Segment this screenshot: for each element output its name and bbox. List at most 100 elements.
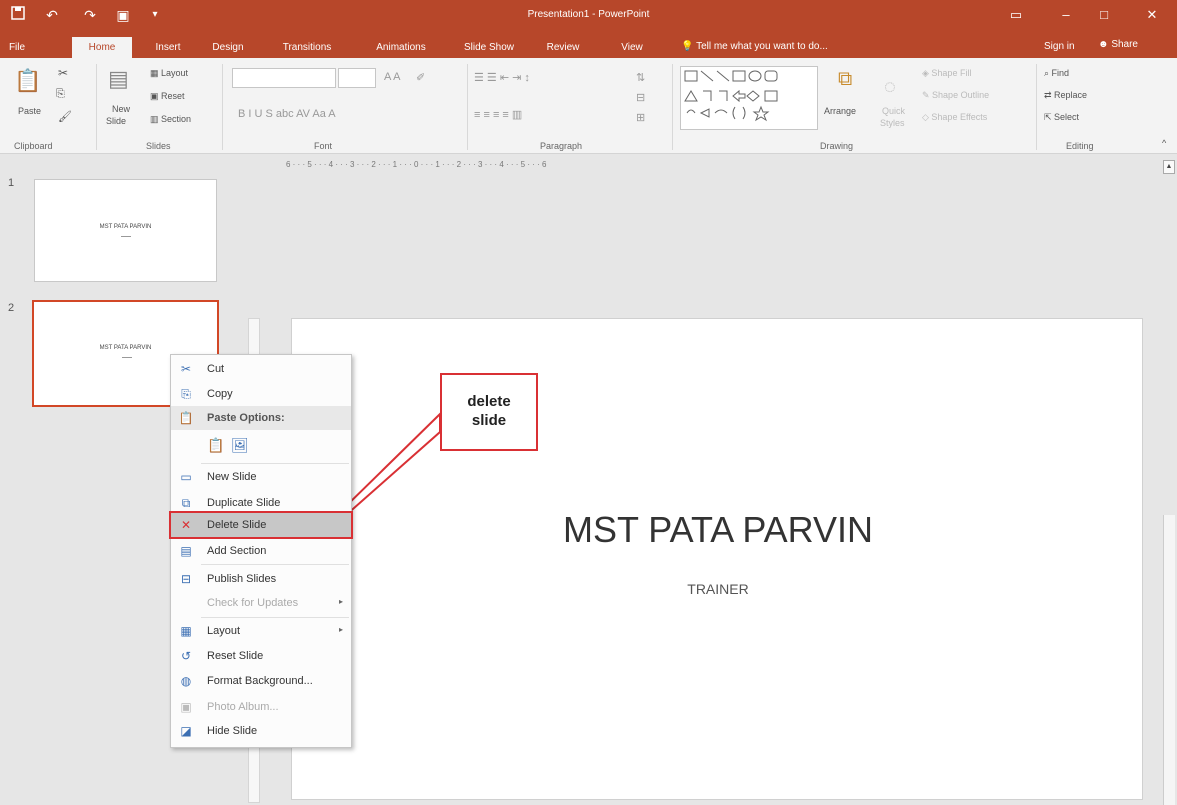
select-button[interactable]: ⇱ Select [1044, 112, 1079, 123]
quick-styles-label-2[interactable]: Styles [880, 118, 905, 128]
tab-design[interactable]: Design [204, 37, 252, 58]
search-icon: ⌕ [1044, 68, 1052, 78]
reset-icon: ▣ [150, 91, 162, 101]
vertical-scrollbar[interactable] [1163, 515, 1175, 805]
menu-item-duplicate-slide[interactable]: ⧉ Duplicate Slide [171, 491, 351, 515]
tab-animations[interactable]: Animations [362, 37, 440, 58]
sign-in-link[interactable]: Sign in [1044, 41, 1075, 52]
new-slide-label[interactable]: New [112, 104, 130, 114]
shape-fill-button[interactable]: ◈ Shape Fill [922, 68, 971, 79]
menu-header-paste-options: 📋 Paste Options: [171, 406, 351, 430]
menu-item-publish-slides[interactable]: ⊟ Publish Slides [171, 567, 351, 591]
group-divider [1036, 64, 1037, 150]
tab-slide-show[interactable]: Slide Show [456, 37, 522, 58]
slide-title[interactable]: MST PATA PARVIN [292, 509, 1144, 551]
group-divider [96, 64, 97, 150]
menu-item-format-background[interactable]: ◍ Format Background... [171, 669, 351, 693]
ribbon-tabs: File Home Insert Design Transitions Anim… [0, 31, 1177, 58]
font-name-input[interactable] [232, 68, 336, 88]
tell-me-box[interactable]: 💡 Tell me what you want to do... [681, 41, 828, 52]
ribbon-display-icon[interactable]: ▭ [1002, 4, 1030, 26]
maximize-button[interactable]: □ [1090, 4, 1118, 26]
new-slide-label-2[interactable]: Slide [106, 116, 126, 126]
align-icons[interactable]: ≡ ≡ ≡ ≡ ▥ [474, 108, 522, 121]
menu-label: Duplicate Slide [207, 497, 281, 509]
font-size-input[interactable] [338, 68, 376, 88]
align-text-icon[interactable]: ⊟ [636, 91, 645, 104]
slide-subtitle[interactable]: TRAINER [292, 581, 1144, 597]
menu-item-layout[interactable]: ▦ Layout ▸ [171, 619, 351, 643]
format-background-icon: ◍ [180, 674, 192, 688]
smartart-icon[interactable]: ⊞ [636, 111, 645, 124]
slide-number: 1 [8, 177, 15, 189]
menu-item-hide-slide[interactable]: ◪ Hide Slide [171, 719, 351, 743]
find-button[interactable]: ⌕ Find [1044, 68, 1069, 79]
editing-group-label: Editing [1066, 141, 1094, 151]
paste-label[interactable]: Paste [18, 106, 41, 116]
menu-label: Reset Slide [207, 650, 264, 662]
slides-group-label: Slides [146, 141, 171, 151]
shapes-icon [684, 70, 778, 122]
layout-button[interactable]: ▦ Layout [150, 68, 188, 79]
tab-view[interactable]: View [612, 37, 652, 58]
thumbnail-subtitle-line [122, 357, 132, 358]
menu-separator [201, 564, 349, 565]
tab-review[interactable]: Review [540, 37, 586, 58]
menu-label: Photo Album... [207, 701, 279, 713]
person-icon: ☻ [1098, 39, 1112, 50]
layout-label: Layout [161, 68, 189, 78]
cut-icon[interactable]: ✂ [58, 66, 68, 80]
slide-canvas[interactable]: MST PATA PARVIN TRAINER [291, 318, 1143, 800]
tab-insert[interactable]: Insert [146, 37, 190, 58]
shape-effects-button[interactable]: ◇ Shape Effects [922, 112, 987, 123]
menu-item-new-slide[interactable]: ▭ New Slide [171, 465, 351, 489]
replace-button[interactable]: ⇄ Replace [1044, 90, 1087, 101]
minimize-button[interactable]: – [1052, 4, 1080, 26]
menu-item-add-section[interactable]: ▤ Add Section [171, 539, 351, 563]
reset-icon: ↺ [180, 649, 192, 663]
slide-number: 2 [8, 302, 15, 314]
tab-file[interactable]: File [2, 37, 32, 58]
grow-font-icon[interactable]: A A [384, 71, 401, 83]
shape-outline-button[interactable]: ✎ Shape Outline [922, 90, 989, 101]
menu-item-reset-slide[interactable]: ↺ Reset Slide [171, 644, 351, 668]
clear-format-icon[interactable]: ✐ [416, 71, 425, 84]
tell-me-label: Tell me what you want to do... [696, 41, 828, 52]
section-button[interactable]: ▥ Section [150, 114, 191, 125]
scroll-up-button[interactable]: ▲ [1163, 160, 1175, 174]
menu-separator [201, 617, 349, 618]
close-button[interactable]: ✕ [1138, 4, 1166, 26]
slide-thumbnail-1[interactable]: MST PATA PARVIN [34, 179, 217, 282]
reset-label: Reset [161, 91, 185, 101]
thumbnail-title: MST PATA PARVIN [99, 224, 152, 230]
menu-label: Cut [207, 363, 225, 375]
quick-styles-label[interactable]: Quick [882, 106, 905, 116]
paragraph-group-label: Paragraph [540, 141, 583, 151]
clipboard-icon: 📋 [178, 411, 194, 425]
collapse-ribbon-icon[interactable]: ^ [1162, 138, 1166, 148]
menu-item-delete-slide[interactable]: ✕ Delete Slide [169, 511, 353, 539]
copy-icon[interactable]: ⎘ [56, 88, 65, 101]
shapes-gallery[interactable] [680, 66, 818, 130]
text-direction-icon[interactable]: ⇅ [636, 71, 645, 84]
menu-label: Paste Options: [207, 412, 285, 424]
reset-button[interactable]: ▣ Reset [150, 91, 185, 102]
arrange-icon[interactable]: ⧉ [838, 68, 852, 91]
tab-transitions[interactable]: Transitions [270, 37, 344, 58]
format-painter-icon[interactable]: 🖌 [58, 110, 72, 123]
paste-icon[interactable]: 📋 [14, 68, 41, 94]
menu-item-cut[interactable]: ✂ Cut [171, 357, 351, 381]
tab-home[interactable]: Home [72, 37, 132, 58]
paste-keep-formatting-icon[interactable]: 📋 [207, 437, 225, 455]
menu-separator [201, 463, 349, 464]
share-button[interactable]: ☻ Share [1098, 39, 1138, 50]
paste-picture-icon[interactable]: 🖼 [231, 437, 249, 455]
font-style-icons[interactable]: B I U S abc AV Aa A [238, 108, 336, 120]
menu-item-copy[interactable]: ⎘ Copy [171, 382, 351, 406]
new-slide-icon[interactable]: ▤ [108, 66, 129, 92]
shape-fill-label: Shape Fill [931, 68, 972, 78]
list-icons[interactable]: ☰ ☰ ⇤ ⇥ ↕ [474, 71, 530, 84]
quick-styles-icon[interactable]: ◌ [884, 76, 896, 99]
window-title: Presentation1 - PowerPoint [527, 9, 650, 20]
arrange-label[interactable]: Arrange [824, 106, 856, 116]
